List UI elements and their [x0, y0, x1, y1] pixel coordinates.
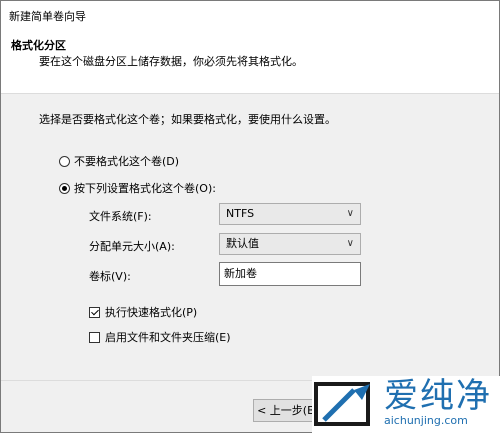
- filesystem-value: NTFS: [226, 207, 255, 220]
- volume-label-input[interactable]: 新加卷: [219, 262, 361, 286]
- compression-box[interactable]: [89, 331, 100, 343]
- wizard-window: 新建简单卷向导 格式化分区 要在这个磁盘分区上储存数据，你必须先将其格式化。 选…: [0, 0, 500, 433]
- chevron-down-icon: ∨: [346, 238, 354, 249]
- quick-format-label: 执行快速格式化(P): [105, 306, 198, 319]
- page-title: 格式化分区: [11, 39, 66, 52]
- radio-format-indicator[interactable]: [59, 182, 70, 194]
- intro-text: 选择是否要格式化这个卷；如果要格式化，要使用什么设置。: [39, 113, 336, 126]
- watermark: 爱纯净 aichunjing.com: [312, 376, 500, 433]
- compression-label: 启用文件和文件夹压缩(E): [105, 331, 231, 344]
- quick-format-box[interactable]: [89, 306, 100, 318]
- volume-label-label: 卷标(V):: [89, 270, 131, 283]
- watermark-logo-icon: [314, 382, 370, 426]
- watermark-brand: 爱纯净: [384, 376, 492, 416]
- radio-format-label: 按下列设置格式化这个卷(O):: [74, 182, 216, 195]
- title-bar: 新建简单卷向导: [1, 1, 499, 29]
- filesystem-label: 文件系统(F):: [89, 210, 152, 223]
- window-title: 新建简单卷向导: [9, 10, 86, 23]
- radio-no-format-label: 不要格式化这个卷(D): [74, 155, 180, 168]
- page-subtitle: 要在这个磁盘分区上储存数据，你必须先将其格式化。: [39, 55, 303, 68]
- quick-format-checkbox[interactable]: 执行快速格式化(P): [89, 304, 197, 320]
- wizard-header: 格式化分区 要在这个磁盘分区上储存数据，你必须先将其格式化。: [1, 29, 499, 94]
- watermark-url: aichunjing.com: [384, 414, 468, 427]
- allocation-select[interactable]: 默认值 ∨: [219, 233, 361, 255]
- filesystem-select[interactable]: NTFS ∨: [219, 203, 361, 225]
- allocation-label: 分配单元大小(A):: [89, 240, 175, 253]
- compression-checkbox[interactable]: 启用文件和文件夹压缩(E): [89, 329, 231, 345]
- radio-no-format-indicator[interactable]: [59, 155, 70, 167]
- radio-no-format[interactable]: 不要格式化这个卷(D): [59, 153, 179, 169]
- chevron-down-icon: ∨: [346, 208, 354, 219]
- radio-format[interactable]: 按下列设置格式化这个卷(O):: [59, 180, 216, 196]
- allocation-value: 默认值: [226, 237, 259, 250]
